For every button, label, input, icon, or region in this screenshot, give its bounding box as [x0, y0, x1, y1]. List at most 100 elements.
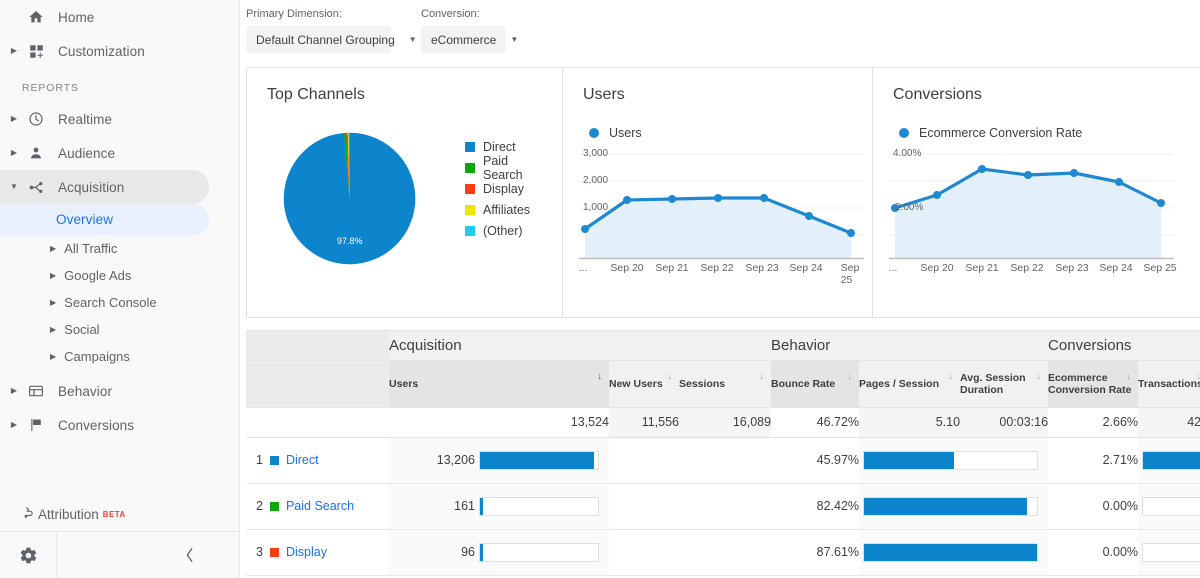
sidebar-item-realtime[interactable]: ▶ Realtime	[0, 102, 239, 136]
column-header-label: Avg. Session Duration	[960, 371, 1026, 396]
row-dimension: 1 Direct	[246, 437, 389, 484]
totals-transactions: 428	[1138, 407, 1200, 438]
sidebar-item-conversions[interactable]: ▶ Conversions	[0, 408, 239, 442]
row-dimension: 3 Display	[246, 529, 389, 576]
person-icon	[22, 145, 50, 161]
row-channel-link[interactable]: Display	[286, 545, 327, 559]
conversions-card: Conversions Ecommerce Conversion Rate 4.…	[872, 68, 1200, 317]
table-row[interactable]: 2 Paid Search 161 82.42% 0.00%	[246, 483, 1200, 530]
main-content: Primary Dimension: Default Channel Group…	[240, 0, 1200, 578]
sidebar-subitem-label: Google Ads	[64, 268, 132, 283]
row-new-users	[609, 437, 679, 484]
row-new-users	[609, 483, 679, 530]
chevron-right-icon: ▶	[50, 352, 57, 361]
sort-arrow-icon: ↓	[597, 370, 603, 381]
sidebar-footer	[0, 531, 240, 578]
legend-label: Users	[609, 126, 642, 140]
table-row[interactable]: 3 Display 96 87.61% 0.00%	[246, 529, 1200, 576]
users-card: Users Users 3,000 2,000 1,000 ... Sep 20…	[562, 68, 872, 317]
conversion-label: Conversion:	[421, 8, 480, 20]
pie-chart: 97.8%	[281, 118, 431, 273]
card-title: Conversions	[893, 86, 982, 103]
chevron-right-icon: ▶	[10, 114, 18, 123]
x-tick-label: Sep 25	[840, 262, 860, 286]
sort-arrow-icon: ↓	[948, 370, 954, 381]
column-header-transactions[interactable]: Transactions ↓	[1138, 360, 1200, 408]
users-chart: 3,000 2,000 1,000 ... Sep 20 Sep 21 Sep …	[579, 148, 864, 286]
row-channel-link[interactable]: Direct	[286, 453, 319, 467]
chevron-down-icon: ▼	[510, 35, 519, 44]
legend-dot-users	[589, 128, 599, 138]
primary-dimension-select[interactable]: Default Channel Grouping ▼	[246, 26, 417, 53]
row-bounce-rate-bar	[859, 529, 1049, 576]
primary-dimension-value: Default Channel Grouping	[256, 32, 395, 47]
conversion-select[interactable]: eCommerce ▼	[421, 26, 518, 53]
y-tick-label: 2,000	[583, 175, 609, 186]
column-header-label: Bounce Rate	[771, 377, 836, 390]
column-header-label: Ecommerce Conversion Rate	[1048, 371, 1132, 396]
legend-swatch-direct	[465, 141, 475, 152]
sidebar-subitem-label: Social	[64, 322, 100, 337]
row-bounce-rate-bar	[859, 483, 1049, 530]
top-channels-card: Top Channels 97.8% Direct Paid Search Di…	[247, 68, 562, 317]
legend-item: (Other)	[465, 220, 544, 241]
sidebar-item-campaigns[interactable]: ▶ Campaigns	[0, 343, 239, 370]
chevron-down-icon: ▼	[408, 35, 417, 44]
sidebar-item-overview[interactable]: Overview	[0, 204, 209, 235]
chevron-right-icon: ▶	[10, 386, 18, 395]
sidebar-item-search-console[interactable]: ▶ Search Console	[0, 289, 239, 316]
chevron-down-icon: ▼	[10, 182, 18, 191]
sidebar-subitem-label: All Traffic	[64, 241, 118, 256]
sidebar-item-all-traffic[interactable]: ▶ All Traffic	[0, 235, 239, 262]
column-header-bounce-rate[interactable]: Bounce Rate ↓	[771, 360, 860, 408]
conversion-group: Conversion: eCommerce ▼	[421, 8, 518, 53]
sort-arrow-icon: ↓	[1126, 370, 1132, 381]
data-table: Acquisition Behavior Conversions Users ↓…	[246, 331, 1200, 576]
column-header-dimension	[246, 360, 389, 408]
sidebar: Home ▶ Customization REPORTS ▶ Realtime …	[0, 0, 240, 578]
sidebar-item-audience[interactable]: ▶ Audience	[0, 136, 239, 170]
column-header-users[interactable]: Users ↓	[389, 360, 609, 408]
legend-label: Direct	[483, 139, 516, 154]
sidebar-subitem-label: Campaigns	[64, 349, 130, 364]
row-rank: 3	[256, 545, 263, 559]
column-header-new-users[interactable]: New Users ↓	[609, 360, 679, 408]
row-new-users	[609, 529, 679, 576]
column-header-ecommerce-conversion-rate[interactable]: Ecommerce Conversion Rate ↓	[1048, 360, 1139, 408]
chevron-right-icon: ▶	[10, 46, 18, 55]
column-header-sessions[interactable]: Sessions ↓	[679, 360, 772, 408]
column-header-avg-session-duration[interactable]: Avg. Session Duration ↓	[960, 360, 1049, 408]
sidebar-item-customization[interactable]: ▶ Customization	[0, 34, 239, 68]
conversions-chart-svg	[889, 153, 1174, 260]
chevron-right-icon: ▶	[10, 148, 18, 157]
table-row[interactable]: 1 Direct 13,206 45.97% 2.71%	[246, 437, 1200, 484]
sidebar-item-acquisition[interactable]: ▼ Acquisition	[0, 170, 209, 204]
clock-icon	[22, 111, 50, 127]
chevron-left-icon	[186, 548, 193, 562]
column-header-pages-per-session[interactable]: Pages / Session ↓	[859, 360, 961, 408]
acquisition-icon	[22, 179, 50, 196]
row-channel-link[interactable]: Paid Search	[286, 499, 354, 513]
row-rank: 1	[256, 453, 263, 467]
column-header-label: New Users	[609, 377, 663, 390]
sidebar-item-home[interactable]: Home	[0, 0, 239, 34]
legend-dot-ecommerce-conversion-rate	[899, 128, 909, 138]
totals-users: 13,524	[389, 407, 609, 438]
sidebar-item-social[interactable]: ▶ Social	[0, 316, 239, 343]
gear-icon[interactable]	[0, 532, 56, 578]
sidebar-item-label: Realtime	[58, 111, 113, 127]
sidebar-collapse-button[interactable]	[57, 547, 240, 563]
sidebar-section-reports: REPORTS	[22, 82, 79, 94]
sidebar-item-google-ads[interactable]: ▶ Google Ads	[0, 262, 239, 289]
x-tick-label: Sep 22	[1010, 262, 1044, 274]
x-tick-label: Sep 21	[655, 262, 689, 274]
table-group-header-row: Acquisition Behavior Conversions	[246, 331, 1200, 361]
group-header-behavior: Behavior	[771, 331, 1049, 361]
card-title: Users	[583, 86, 625, 103]
sidebar-item-attribution[interactable]: Attribution BETA	[0, 497, 240, 531]
sidebar-item-behavior[interactable]: ▶ Behavior	[0, 374, 239, 408]
x-tick-label: Sep 20	[920, 262, 954, 274]
legend-label: Affiliates	[483, 202, 531, 217]
legend-swatch-paid-search	[465, 162, 475, 173]
attribution-icon	[22, 505, 38, 524]
